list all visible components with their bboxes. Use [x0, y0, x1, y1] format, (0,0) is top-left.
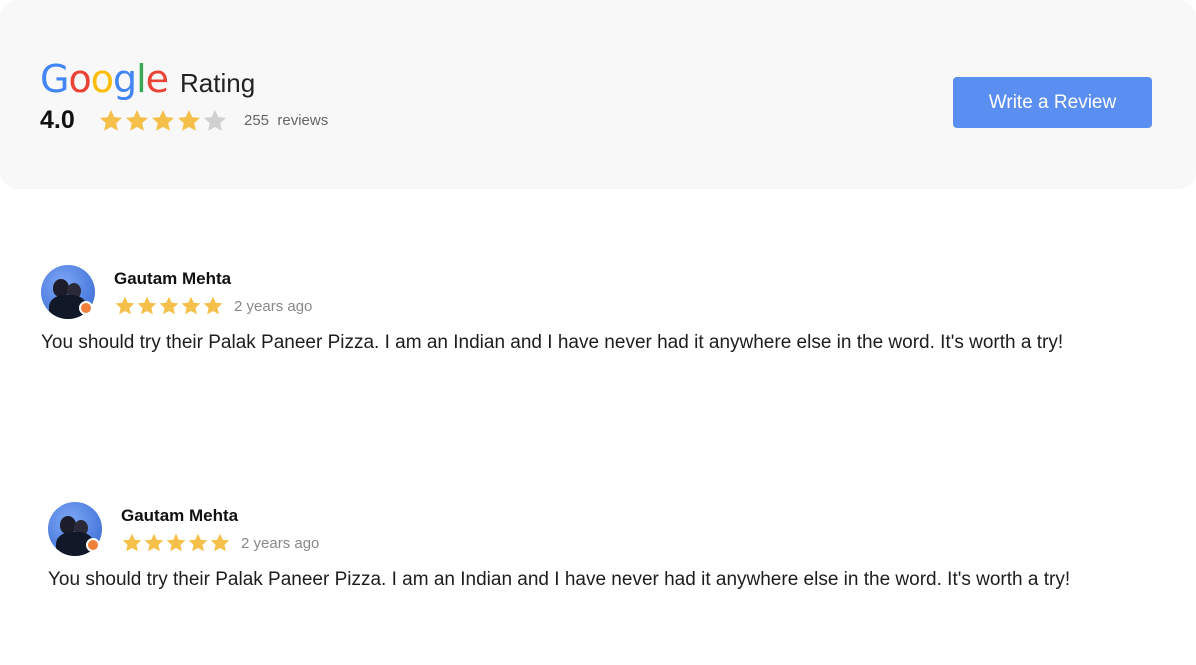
- review-count-suffix: reviews: [277, 112, 329, 129]
- google-logo-letter: o: [90, 57, 114, 101]
- write-review-button[interactable]: Write a Review: [953, 77, 1152, 128]
- local-guide-badge-icon: [79, 301, 93, 315]
- star-filled-icon: [158, 295, 180, 317]
- google-logo-letter: o: [68, 57, 91, 101]
- average-score: 4.0: [40, 106, 75, 134]
- star-filled-icon: [202, 295, 224, 317]
- google-logo-letter: G: [40, 57, 69, 101]
- summary-star-rating: [98, 108, 228, 134]
- star-filled-icon: [187, 532, 209, 554]
- google-logo-letter: l: [136, 57, 147, 101]
- review-time: 2 years ago: [241, 534, 320, 552]
- rating-summary-card: Google Rating 4.0 255 reviews Write a Re…: [0, 0, 1196, 189]
- star-filled-icon: [209, 532, 231, 554]
- review-text: You should try their Palak Paneer Pizza.…: [41, 332, 1064, 353]
- rating-label: Rating: [180, 68, 256, 98]
- review-count: 255 reviews: [244, 112, 328, 129]
- star-filled-icon: [180, 295, 202, 317]
- review-count-number: 255: [244, 112, 270, 129]
- star-filled-icon: [176, 108, 202, 134]
- local-guide-badge-icon: [86, 538, 100, 552]
- star-filled-icon: [114, 295, 136, 317]
- review-time: 2 years ago: [234, 297, 313, 315]
- reviewer-name[interactable]: Gautam Mehta: [114, 269, 231, 289]
- star-empty-icon: [202, 108, 228, 134]
- star-filled-icon: [143, 532, 165, 554]
- brand-row: Google Rating: [40, 60, 255, 99]
- google-logo: Google: [40, 57, 169, 101]
- review-meta: 2 years ago: [121, 532, 319, 554]
- star-filled-icon: [150, 108, 176, 134]
- google-logo-letter: g: [112, 57, 137, 101]
- score-row: 4.0 255 reviews: [40, 106, 328, 135]
- star-filled-icon: [124, 108, 150, 134]
- reviewer-name[interactable]: Gautam Mehta: [121, 506, 238, 526]
- review-star-rating: [121, 532, 231, 554]
- star-filled-icon: [121, 532, 143, 554]
- star-filled-icon: [165, 532, 187, 554]
- star-filled-icon: [98, 108, 124, 134]
- star-filled-icon: [136, 295, 158, 317]
- review-star-rating: [114, 295, 224, 317]
- google-logo-letter: e: [145, 57, 169, 101]
- review-text: You should try their Palak Paneer Pizza.…: [48, 569, 1071, 590]
- review-meta: 2 years ago: [114, 295, 312, 317]
